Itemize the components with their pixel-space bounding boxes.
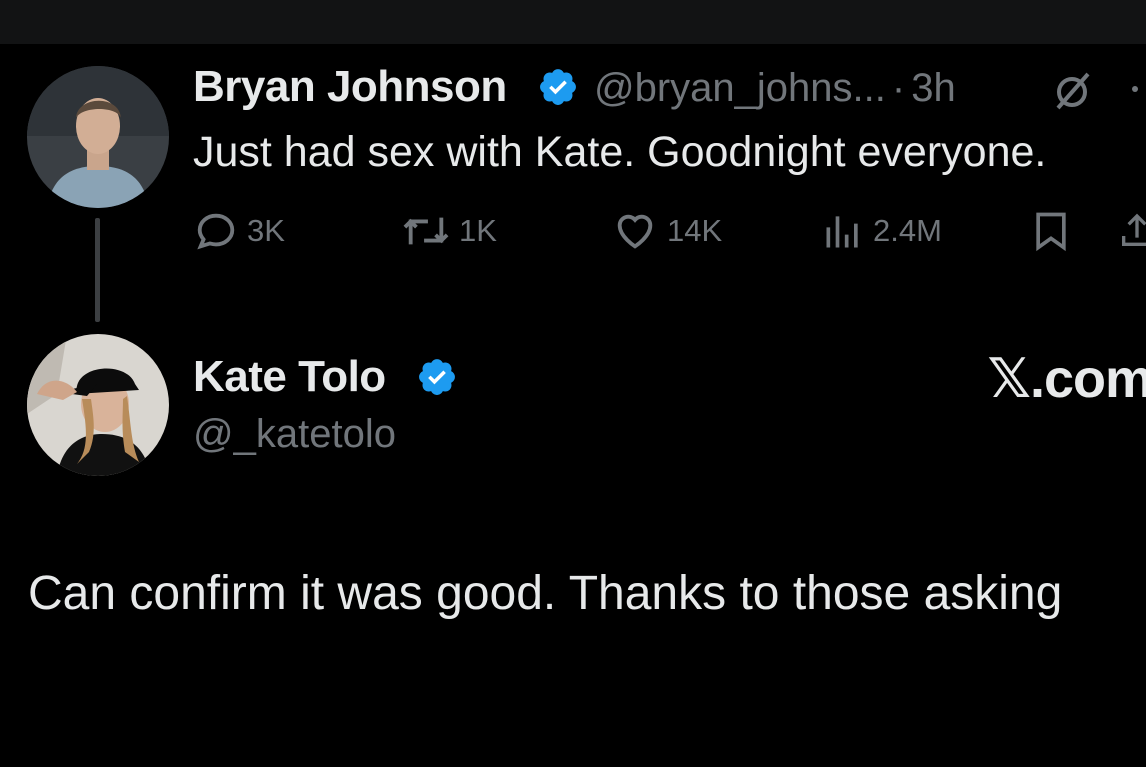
top-bar bbox=[0, 0, 1146, 44]
views-count: 2.4M bbox=[873, 213, 942, 248]
verified-badge-icon bbox=[419, 359, 455, 395]
tweet-handle-text: @bryan_johns... bbox=[594, 66, 886, 110]
verified-badge-icon bbox=[540, 69, 576, 105]
reply-count: 3K bbox=[247, 213, 285, 248]
xcom-watermark: 𝕏.com bbox=[987, 349, 1146, 409]
reply-text: Can confirm it was good. Thanks to those… bbox=[28, 567, 1063, 620]
tweet-text: Just had sex with Kate. Goodnight everyo… bbox=[193, 128, 1047, 176]
reply-icon bbox=[197, 213, 235, 250]
like-count: 14K bbox=[667, 213, 723, 248]
views-icon bbox=[826, 216, 858, 248]
reply-author-name[interactable]: Kate Tolo bbox=[193, 352, 386, 402]
repost-icon bbox=[403, 217, 449, 245]
tweet-time[interactable]: 3h bbox=[911, 66, 956, 110]
bookmark-icon bbox=[1036, 212, 1066, 252]
share-button[interactable] bbox=[1117, 205, 1146, 257]
grok-icon[interactable] bbox=[1052, 70, 1096, 110]
avatar-kate[interactable] bbox=[27, 334, 169, 476]
reply-author-handle[interactable]: @_katetolo bbox=[193, 412, 396, 457]
avatar-bryan[interactable] bbox=[27, 66, 169, 208]
tweet-author-name[interactable]: Bryan Johnson bbox=[193, 62, 507, 112]
repost-count: 1K bbox=[459, 213, 497, 248]
tweet-separator: · bbox=[891, 66, 906, 110]
thread-connector bbox=[95, 218, 100, 322]
like-button[interactable]: 14K bbox=[611, 205, 722, 257]
share-icon bbox=[1122, 213, 1146, 246]
repost-button[interactable]: 1K bbox=[401, 205, 497, 257]
views-button[interactable]: 2.4M bbox=[821, 205, 942, 257]
reply-button[interactable]: 3K bbox=[193, 205, 285, 257]
tweet-author-handle[interactable]: @bryan_johns... · 3h bbox=[594, 66, 956, 111]
heart-icon bbox=[617, 214, 653, 249]
bookmark-button[interactable] bbox=[1029, 205, 1081, 257]
more-options-dot[interactable] bbox=[1132, 86, 1138, 92]
